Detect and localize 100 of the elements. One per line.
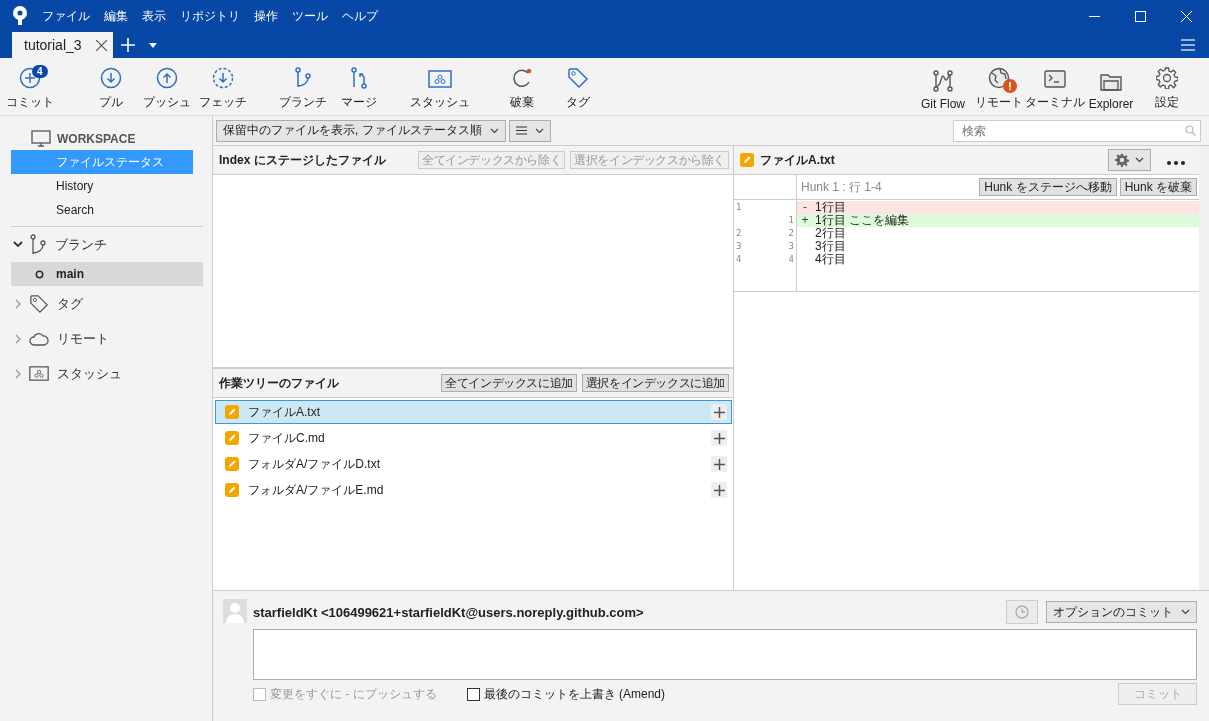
- caret-down-icon[interactable]: [148, 42, 157, 48]
- chevron-right-icon[interactable]: [13, 368, 23, 379]
- plus-icon: [713, 406, 725, 418]
- pencil-icon: [225, 457, 239, 471]
- hunk-button[interactable]: Hunk をステージへ移動: [979, 178, 1117, 196]
- chevron-down-icon[interactable]: [13, 241, 23, 248]
- menu-item[interactable]: 表示: [142, 7, 166, 25]
- sidebar-section-label[interactable]: スタッシュ: [57, 364, 122, 383]
- sidebar-section-label[interactable]: ブランチ: [55, 235, 107, 254]
- file-name: ファイルC.md: [248, 429, 325, 447]
- chevron-down-icon: [1135, 157, 1144, 163]
- diff-line: 3行目: [814, 240, 847, 253]
- toolbar-button[interactable]: 破棄: [494, 60, 550, 113]
- view-mode-dropdown[interactable]: [508, 119, 551, 142]
- file-name: フォルダA/ファイルD.txt: [248, 455, 380, 473]
- folder-icon: [1100, 71, 1122, 92]
- close-icon[interactable]: [95, 39, 107, 51]
- sidebar-item[interactable]: History: [11, 174, 193, 198]
- file-row[interactable]: フォルダA/ファイルD.txt: [215, 452, 732, 476]
- menu-item[interactable]: ツール: [292, 7, 328, 25]
- menu-item[interactable]: 編集: [104, 7, 128, 25]
- menu-item[interactable]: ファイル: [42, 7, 90, 25]
- line-number: 1: [787, 214, 795, 227]
- toolbar-button[interactable]: リモート: [971, 60, 1027, 113]
- settings-dropdown[interactable]: [1108, 149, 1151, 171]
- clock-icon: [1015, 605, 1029, 619]
- menu-item[interactable]: ヘルプ: [342, 7, 378, 25]
- author-text: starfieldKt <106499621+starfieldKt@users.noreply.github.com>: [253, 604, 644, 620]
- terminal-icon: [1044, 68, 1066, 89]
- toolbar-button[interactable]: Git Flow: [915, 60, 971, 113]
- stage-file-button[interactable]: [711, 404, 727, 420]
- filter-dropdown[interactable]: 保留中のファイルを表示, ファイルステータス順: [216, 119, 506, 142]
- commit-message-field[interactable]: [253, 629, 1197, 680]
- menu-item[interactable]: リポジトリ: [180, 7, 240, 25]
- checkbox[interactable]: [466, 687, 480, 701]
- stage-button[interactable]: 全てインデックスに追加: [441, 374, 577, 392]
- search-field[interactable]: 検索: [953, 119, 1201, 142]
- branch-item[interactable]: main: [11, 262, 203, 286]
- refresh-icon: [511, 66, 533, 89]
- checkbox-label: 変更をすぐに - にプッシュする: [270, 685, 437, 703]
- toolbar-button[interactable]: プル: [83, 60, 139, 113]
- chevron-down-icon: [1181, 609, 1190, 615]
- line-number: 2: [787, 227, 795, 240]
- chevron-right-icon[interactable]: [13, 298, 23, 309]
- pencil-icon: [225, 405, 239, 419]
- menu-item[interactable]: 操作: [254, 7, 278, 25]
- stage-file-button[interactable]: [711, 456, 727, 472]
- line-number: 1: [736, 201, 743, 214]
- arrow-down-circle-icon: [212, 66, 234, 89]
- minimize-icon[interactable]: [1088, 15, 1100, 17]
- toolbar-button[interactable]: フェッチ: [195, 60, 251, 113]
- settings-icon: [1156, 66, 1178, 89]
- diff-line: 4行目: [814, 253, 847, 266]
- stage-button[interactable]: 選択をインデックスに追加: [581, 374, 729, 392]
- file-row[interactable]: ファイルA.txt: [215, 400, 732, 424]
- stash-box-icon: [29, 365, 49, 382]
- chevron-right-icon[interactable]: [13, 333, 23, 344]
- line-number: 2: [736, 227, 743, 240]
- toolbar-button[interactable]: ブランチ: [275, 60, 331, 113]
- repository-tab[interactable]: tutorial_3: [12, 32, 113, 58]
- maximize-icon[interactable]: [1134, 10, 1146, 22]
- stash-box-icon: [428, 68, 452, 89]
- toolbar-button[interactable]: マージ: [331, 60, 387, 113]
- count-badge: 4: [32, 64, 48, 78]
- list-icon: [515, 126, 527, 135]
- checkbox-label: 最後のコミットを上書き (Amend): [483, 685, 666, 703]
- file-row[interactable]: ファイルC.md: [215, 426, 732, 450]
- chevron-down-icon: [489, 127, 499, 134]
- pane-title: 作業ツリーのファイル: [219, 374, 339, 392]
- toolbar-button[interactable]: ターミナル: [1027, 60, 1083, 113]
- pencil-icon: [225, 431, 239, 445]
- toolbar-button[interactable]: コミット 4: [2, 60, 58, 113]
- app-logo-icon: [12, 6, 28, 26]
- diff-line: 2行目: [814, 227, 847, 240]
- plus-icon[interactable]: [120, 38, 135, 52]
- stage-file-button[interactable]: [711, 430, 727, 446]
- hunk-button[interactable]: Hunk を破棄: [1119, 178, 1197, 196]
- line-number: 4: [787, 253, 795, 266]
- settings-icon: [1115, 153, 1129, 167]
- commit-options-dropdown[interactable]: オプションのコミット: [1046, 601, 1197, 623]
- arrow-up-circle-icon: [156, 66, 178, 89]
- chevron-down-icon: [534, 127, 544, 134]
- toolbar-button[interactable]: プッシュ: [139, 60, 195, 113]
- toolbar-button[interactable]: 設定: [1139, 60, 1195, 113]
- file-name: フォルダA/ファイルE.md: [248, 481, 384, 499]
- menu-icon[interactable]: [1181, 39, 1195, 51]
- sidebar-item[interactable]: Search: [11, 198, 193, 222]
- sidebar-section-label[interactable]: リモート: [57, 329, 109, 348]
- sidebar-section-label[interactable]: タグ: [57, 294, 83, 313]
- branch-icon: [293, 66, 313, 89]
- toolbar-button[interactable]: タグ: [550, 60, 606, 113]
- file-name: ファイルA.txt: [248, 403, 320, 421]
- stage-file-button[interactable]: [711, 482, 727, 498]
- arrow-down-circle-icon: [100, 66, 122, 89]
- file-row[interactable]: フォルダA/ファイルE.md: [215, 478, 732, 502]
- flow-icon: [932, 69, 954, 92]
- tag-icon: [29, 293, 49, 314]
- plus-icon: [713, 458, 725, 470]
- toolbar-button[interactable]: スタッシュ: [412, 60, 468, 113]
- plus-circle-icon: [19, 66, 41, 89]
